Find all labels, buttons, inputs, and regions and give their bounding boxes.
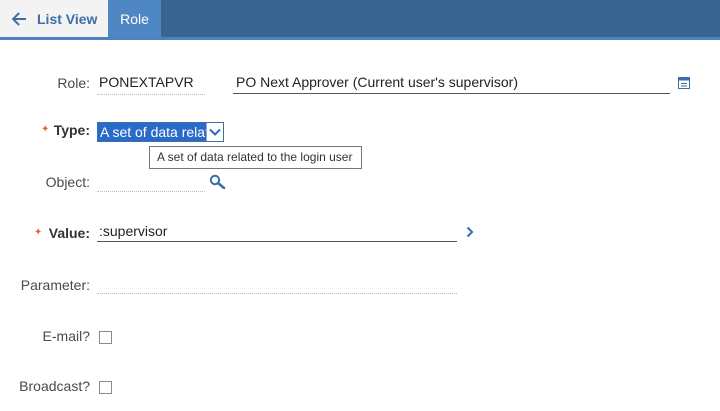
- role-description-underline: [233, 93, 670, 94]
- parameter-field[interactable]: [99, 276, 454, 292]
- type-label: Type:: [53, 122, 90, 138]
- chevron-right-icon[interactable]: [465, 226, 475, 238]
- arrow-left-icon: [11, 11, 26, 26]
- required-marker: ✦: [34, 227, 43, 238]
- value-underline: [97, 241, 457, 242]
- broadcast-label: Broadcast?: [19, 378, 90, 394]
- tab-list-view-label: List View: [37, 10, 98, 27]
- magnifier-icon[interactable]: [209, 174, 226, 189]
- tab-role[interactable]: Role: [108, 0, 161, 37]
- type-tooltip: A set of data related to the login user: [149, 146, 362, 169]
- required-marker: ✦: [41, 124, 50, 135]
- value-label: Value:: [48, 225, 90, 241]
- top-bar-accent: [0, 37, 720, 40]
- tab-role-label: Role: [120, 10, 149, 27]
- chevron-down-icon[interactable]: [206, 123, 223, 141]
- type-select-value: A set of data related to the login user: [98, 123, 208, 141]
- object-label: Object:: [45, 174, 90, 190]
- parameter-underline: [97, 293, 457, 294]
- object-underline: [97, 191, 205, 192]
- long-description-icon[interactable]: [678, 77, 690, 89]
- role-label: Role:: [57, 75, 90, 91]
- value-field[interactable]: :supervisor: [99, 223, 167, 239]
- parameter-label: Parameter:: [20, 277, 90, 293]
- role-code-field[interactable]: PONEXTAPVR: [99, 74, 194, 90]
- role-code-underline: [97, 94, 205, 95]
- email-label: E-mail?: [42, 328, 90, 344]
- type-select[interactable]: A set of data related to the login user: [97, 122, 224, 142]
- email-checkbox[interactable]: [99, 331, 112, 344]
- object-field[interactable]: [99, 174, 204, 190]
- tab-list-view[interactable]: List View: [0, 0, 108, 37]
- broadcast-checkbox[interactable]: [99, 381, 112, 394]
- role-description-field[interactable]: PO Next Approver (Current user's supervi…: [236, 74, 518, 90]
